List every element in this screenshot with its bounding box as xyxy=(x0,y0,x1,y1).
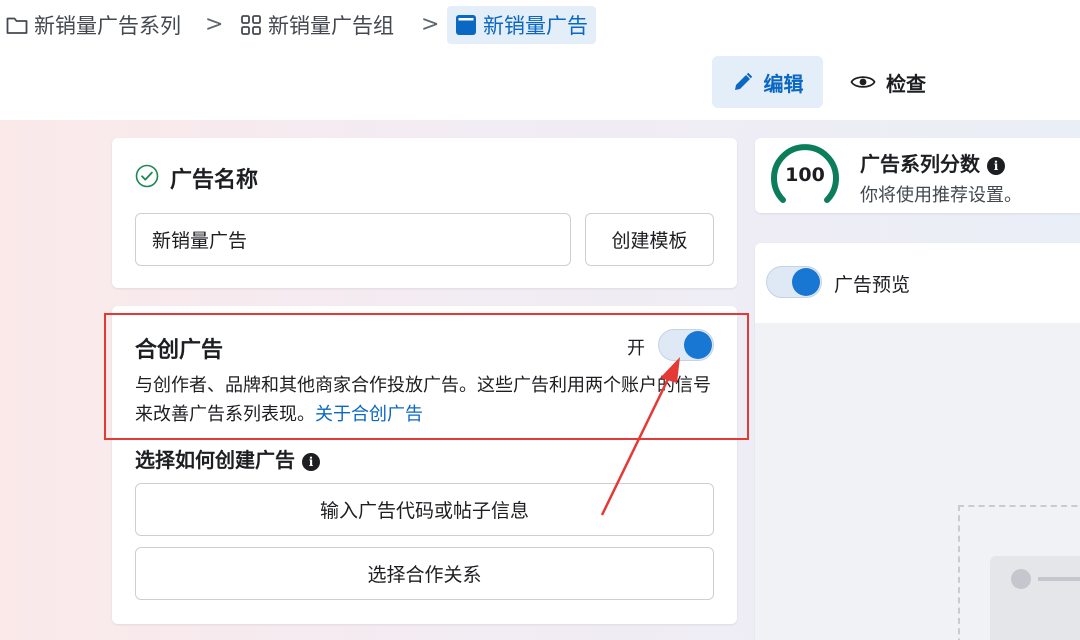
annotation-arrow-icon xyxy=(600,357,680,516)
